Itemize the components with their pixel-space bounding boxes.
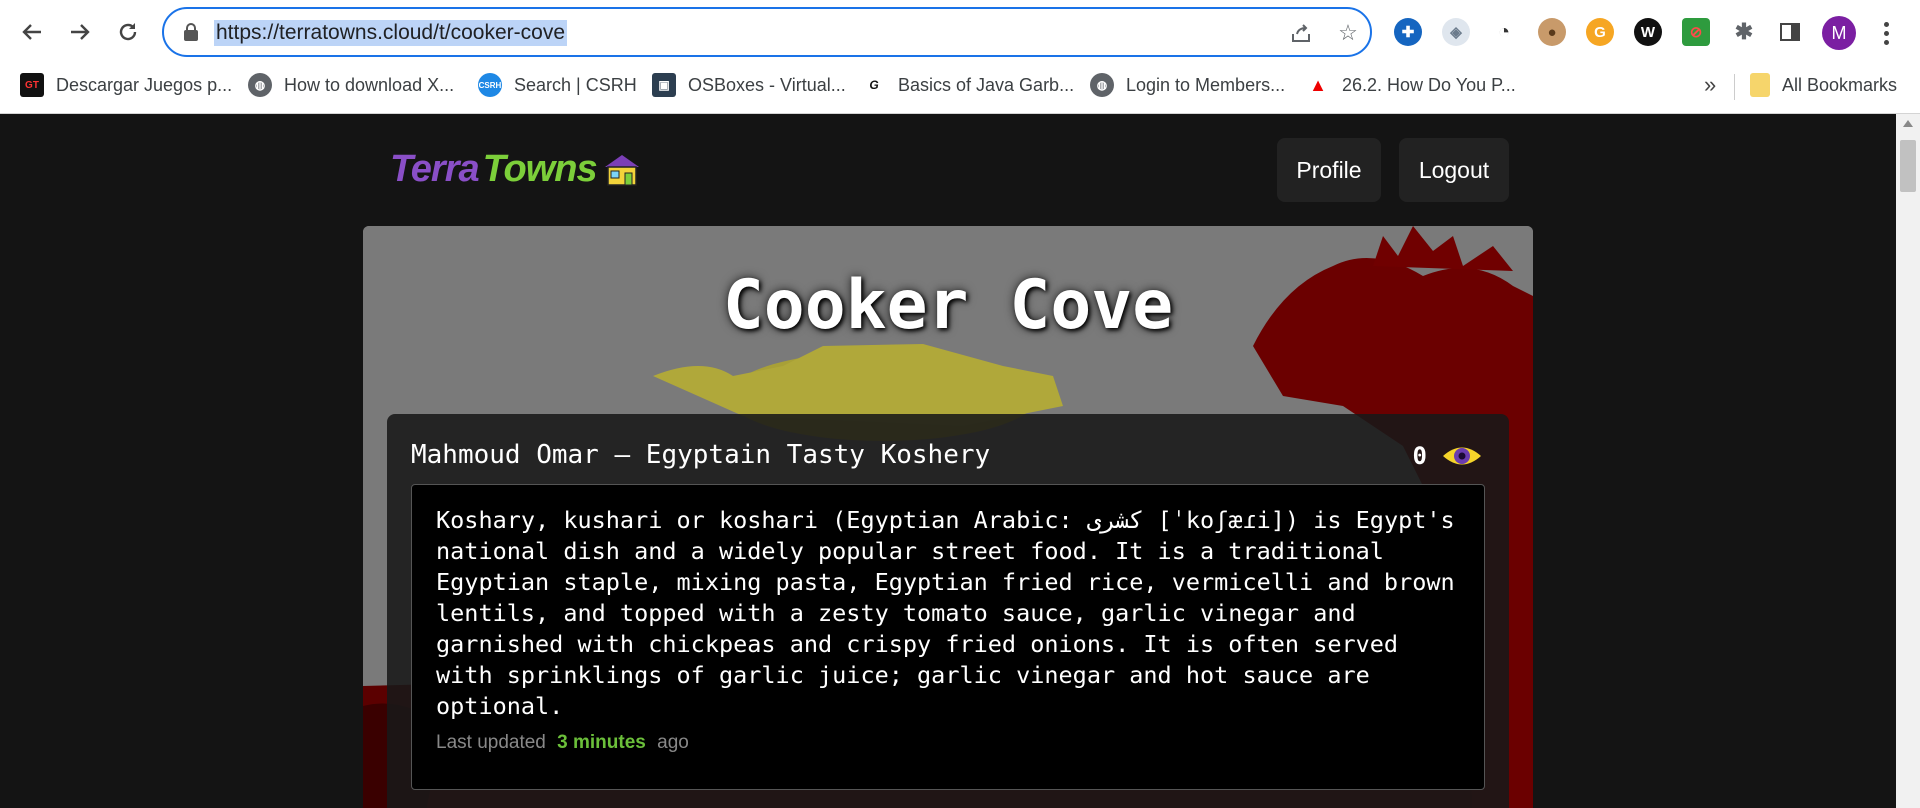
speedometer-icon[interactable]: ◔	[1490, 18, 1518, 46]
visit-counter: 0	[1413, 442, 1483, 470]
profile-avatar[interactable]: M	[1822, 16, 1856, 50]
globe-icon: ◍	[248, 73, 272, 97]
redhat-icon: ▲	[1309, 74, 1327, 95]
eye-icon	[1443, 447, 1481, 465]
green-extension-icon[interactable]: ⊘	[1682, 18, 1710, 46]
bookmark-item[interactable]: CSRH Search | CSRH	[478, 70, 637, 100]
all-bookmarks-label: All Bookmarks	[1782, 74, 1898, 95]
browser-chrome: https://terratowns.cloud/t/cooker-cove ☆…	[0, 0, 1920, 114]
bookmark-item[interactable]: GT Descargar Juegos p...	[20, 70, 232, 100]
bookmarks-bar: GT Descargar Juegos p... ◍ How to downlo…	[0, 64, 1920, 104]
home-card[interactable]: Mahmoud Omar – Egyptain Tasty Koshery 0 …	[387, 414, 1509, 808]
url-text[interactable]: https://terratowns.cloud/t/cooker-cove	[214, 20, 567, 46]
terratowns-logo[interactable]: Terra Towns	[390, 148, 643, 191]
last-updated: Last updated 3 minutes ago	[436, 732, 1460, 754]
grammarly-g-icon[interactable]: G	[1586, 18, 1614, 46]
logout-button[interactable]: Logout	[1399, 138, 1509, 202]
bookmark-item[interactable]: ▣ OSBoxes - Virtual...	[652, 70, 846, 100]
cookie-extension-icon[interactable]: ●	[1538, 18, 1566, 46]
bookmark-item[interactable]: ◍ How to download X...	[248, 70, 454, 100]
globe-icon: ◍	[1090, 73, 1114, 97]
star-icon[interactable]: ☆	[1336, 20, 1360, 45]
home-description: Koshary, kushari or koshari (Egyptian Ar…	[436, 506, 1455, 720]
bookmark-item[interactable]: ▲ 26.2. How Do You P...	[1306, 70, 1516, 100]
reload-button[interactable]	[110, 14, 146, 50]
bookmark-label: Basics of Java Garb...	[898, 74, 1075, 95]
cube-icon: ▣	[652, 73, 676, 97]
bookmarks-divider	[1734, 74, 1735, 100]
csrh-icon: CSRH	[478, 73, 502, 97]
updated-suffix: ago	[657, 732, 689, 753]
address-bar[interactable]: https://terratowns.cloud/t/cooker-cove ☆	[162, 7, 1372, 57]
bookmark-label: 26.2. How Do You P...	[1342, 74, 1516, 95]
chevron-more-icon[interactable]: »	[1704, 72, 1716, 98]
shield-extension-icon[interactable]: ◈	[1442, 18, 1470, 46]
town-title: Cooker Cove	[722, 266, 1174, 345]
home-title[interactable]: Mahmoud Omar – Egyptain Tasty Koshery	[411, 440, 990, 470]
w-extension-icon[interactable]: W	[1634, 18, 1662, 46]
scrollbar-thumb[interactable]	[1900, 140, 1916, 192]
house-icon	[601, 153, 643, 187]
scroll-up-arrow-icon[interactable]	[1903, 120, 1913, 127]
browser-menu-icon[interactable]	[1876, 16, 1896, 50]
bookmark-label: Login to Members...	[1126, 74, 1286, 95]
page-scrollbar[interactable]	[1896, 114, 1920, 808]
extension-blue-icon[interactable]: ✚	[1394, 18, 1422, 46]
lock-icon	[184, 23, 198, 41]
gt-icon: GT	[20, 73, 44, 97]
puzzle-extensions-icon[interactable]: ✱	[1730, 18, 1758, 46]
folder-icon	[1750, 73, 1770, 97]
visit-count: 0	[1412, 442, 1427, 470]
share-icon[interactable]	[1289, 21, 1313, 45]
bookmark-item[interactable]: G Basics of Java Garb...	[862, 70, 1074, 100]
side-panel-icon[interactable]	[1776, 18, 1804, 46]
home-description-box: Koshary, kushari or koshari (Egyptian Ar…	[411, 484, 1485, 790]
page-content: Terra Towns Profile Logout Cooker Cove Ma…	[0, 114, 1896, 808]
profile-button[interactable]: Profile	[1277, 138, 1381, 202]
arrow-left-icon	[22, 24, 41, 40]
logo-text-terra: Terra	[390, 148, 480, 190]
bookmark-label: OSBoxes - Virtual...	[688, 74, 846, 95]
bookmark-item[interactable]: ◍ Login to Members...	[1090, 70, 1285, 100]
bookmark-label: How to download X...	[284, 74, 455, 95]
bookmark-label: Descargar Juegos p...	[56, 74, 233, 95]
updated-prefix: Last updated	[436, 732, 546, 753]
back-button[interactable]	[14, 14, 50, 50]
arrow-right-icon	[71, 24, 90, 40]
reload-icon	[119, 23, 137, 41]
ga-icon: G	[869, 78, 879, 92]
updated-value: 3 minutes	[557, 732, 646, 753]
bookmark-label: Search | CSRH	[514, 74, 637, 95]
forward-button[interactable]	[62, 14, 98, 50]
all-bookmarks-button[interactable]: All Bookmarks	[1750, 70, 1897, 100]
logo-text-towns: Towns	[482, 148, 598, 190]
